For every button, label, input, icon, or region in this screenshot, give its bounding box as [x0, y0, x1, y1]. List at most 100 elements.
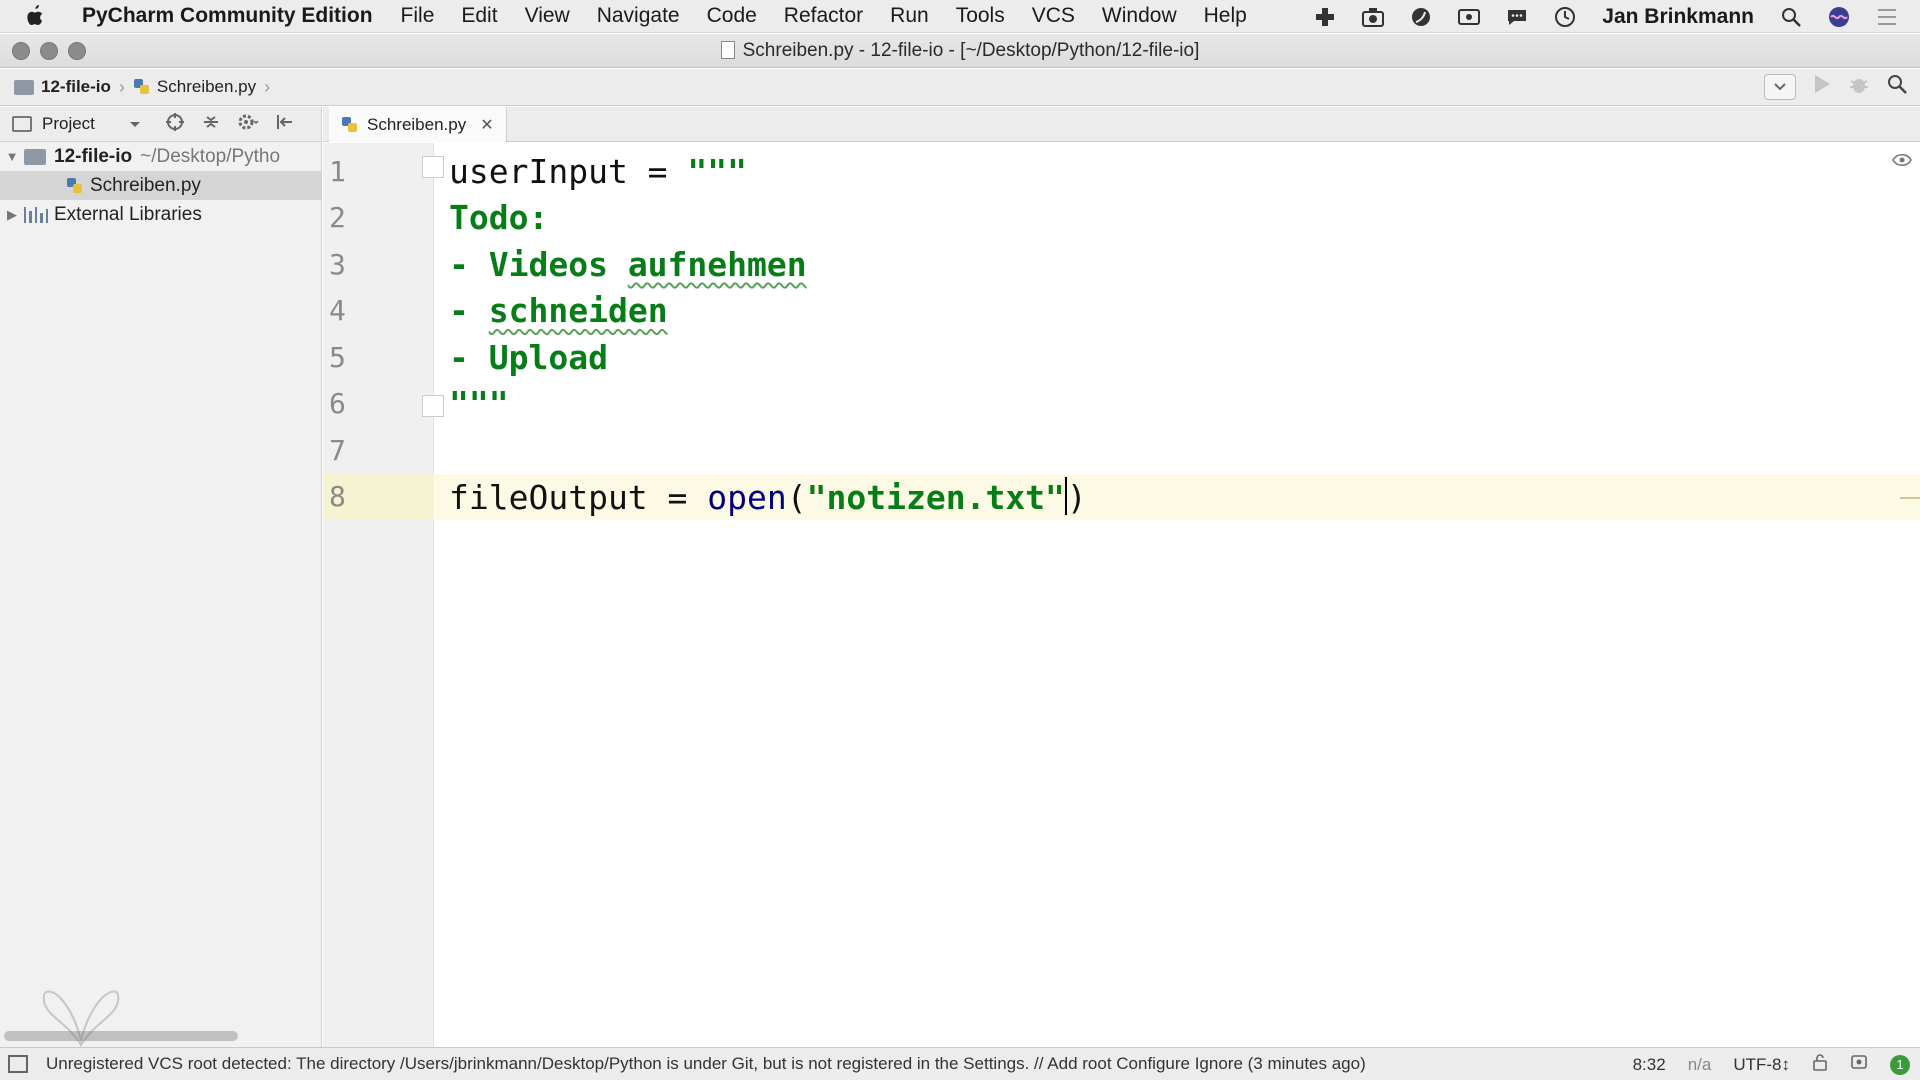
menu-file[interactable]: File	[401, 4, 435, 28]
debug-icon[interactable]	[1848, 73, 1870, 100]
project-view-selector[interactable]: Project	[42, 114, 95, 134]
code-text: Todo:	[449, 198, 549, 238]
project-tree: ▼ 12-file-io ~/Desktop/Pytho Schreiben.p…	[0, 142, 321, 229]
code-token: "notizen.txt"	[806, 477, 1065, 517]
notification-center-icon[interactable]	[1874, 4, 1900, 30]
lock-icon[interactable]	[1812, 1053, 1828, 1076]
code-line[interactable]: 6 """	[323, 381, 1920, 428]
menu-tools[interactable]: Tools	[956, 4, 1005, 28]
fold-marker-icon[interactable]	[422, 156, 444, 178]
code-token: -	[449, 291, 489, 331]
code-token: open	[707, 477, 787, 517]
code-lines: 1 userInput = """ 2 Todo: 3 - Videos auf…	[323, 148, 1920, 520]
spellcheck-word: schneiden	[488, 291, 668, 331]
event-log-badge[interactable]: 1	[1890, 1054, 1910, 1075]
user-name[interactable]: Jan Brinkmann	[1602, 5, 1754, 29]
app-menu[interactable]: PyCharm Community Edition	[82, 4, 373, 28]
code-line[interactable]: 5 - Upload	[323, 334, 1920, 381]
code-text: - schneiden	[449, 291, 668, 330]
apple-icon[interactable]	[24, 4, 62, 28]
run-icon[interactable]	[1812, 73, 1832, 100]
menu-vcs[interactable]: VCS	[1032, 4, 1075, 28]
expand-arrow-icon[interactable]: ▼	[0, 149, 24, 164]
window-title-bar: Schreiben.py - 12-file-io - [~/Desktop/P…	[0, 34, 1920, 68]
folder-icon	[14, 79, 34, 95]
spotlight-search-icon[interactable]	[1778, 4, 1804, 30]
chevron-down-icon[interactable]	[129, 114, 141, 134]
line-number: 8	[323, 473, 434, 520]
run-config-dropdown[interactable]	[1764, 73, 1796, 100]
tree-file-name: Schreiben.py	[90, 174, 201, 196]
menu-view[interactable]: View	[525, 4, 570, 28]
code-token: fileOutput =	[449, 477, 708, 517]
fold-marker-icon[interactable]	[422, 394, 444, 417]
hide-panel-icon[interactable]	[275, 112, 295, 137]
status-message[interactable]: Unregistered VCS root detected: The dire…	[46, 1054, 1366, 1074]
collapsed-arrow-icon[interactable]: ▶	[0, 207, 24, 223]
tree-item-external-libraries[interactable]: ▶ External Libraries	[0, 200, 321, 229]
code-editor[interactable]: 1 userInput = """ 2 Todo: 3 - Videos auf…	[323, 143, 1920, 1047]
tree-libraries-label: External Libraries	[54, 203, 202, 225]
line-number: 5	[329, 340, 346, 374]
error-stripe-mark[interactable]	[1900, 496, 1920, 499]
menu-navigate[interactable]: Navigate	[597, 4, 680, 28]
plugin-cross-icon[interactable]	[1312, 4, 1338, 30]
tab-label: Schreiben.py	[367, 114, 467, 134]
menu-edit[interactable]: Edit	[461, 4, 497, 28]
project-panel-tools	[165, 112, 295, 137]
collapse-all-icon[interactable]	[201, 112, 221, 137]
screen-record-icon[interactable]	[1456, 4, 1482, 30]
close-icon[interactable]: ✕	[480, 115, 493, 135]
chat-icon[interactable]	[1504, 4, 1530, 30]
time-machine-icon[interactable]	[1552, 4, 1578, 30]
line-number: 3	[329, 247, 346, 281]
menu-extras: Jan Brinkmann	[1312, 0, 1900, 33]
inspector-icon[interactable]	[1850, 1053, 1868, 1076]
caret-position[interactable]: 8:32	[1633, 1055, 1666, 1075]
code-text: - Videos aufnehmen	[449, 245, 807, 284]
butterfly-watermark-icon	[42, 990, 120, 1047]
tree-root-path: ~/Desktop/Pytho	[140, 145, 281, 167]
camera-bag-icon[interactable]	[1360, 4, 1386, 30]
window-title: Schreiben.py - 12-file-io - [~/Desktop/P…	[0, 40, 1920, 62]
code-line[interactable]: 3 - Videos aufnehmen	[323, 241, 1920, 288]
status-bar: Unregistered VCS root detected: The dire…	[0, 1047, 1920, 1080]
editor-tab-bar: Schreiben.py ✕	[323, 107, 1920, 142]
menu-run[interactable]: Run	[890, 4, 929, 28]
spellcheck-word: aufnehmen	[627, 244, 807, 284]
breadcrumb-project[interactable]: 12-file-io	[41, 77, 111, 97]
code-text: userInput = """	[449, 152, 747, 191]
tool-window-toggle-icon[interactable]	[8, 1055, 28, 1073]
chevron-right-icon: ›	[264, 76, 271, 97]
folder-icon	[24, 148, 46, 165]
code-line-current[interactable]: 8 fileOutput = open("notizen.txt")	[323, 473, 1920, 520]
tree-item-root[interactable]: ▼ 12-file-io ~/Desktop/Pytho	[0, 142, 321, 171]
search-everywhere-icon[interactable]	[1886, 73, 1908, 100]
code-text: - Upload	[449, 337, 608, 377]
run-toolbar	[1764, 73, 1908, 100]
gear-icon[interactable]	[237, 112, 259, 137]
code-token: userInput =	[449, 151, 688, 191]
leaf-icon[interactable]	[1408, 4, 1434, 30]
menu-code[interactable]: Code	[707, 4, 757, 28]
locate-file-icon[interactable]	[165, 112, 185, 137]
code-line[interactable]: 1 userInput = """	[323, 148, 1920, 195]
file-encoding[interactable]: UTF-8↕	[1733, 1055, 1790, 1075]
line-separator-indicator[interactable]: n/a	[1688, 1055, 1712, 1075]
navigation-bar: 12-file-io › Schreiben.py ›	[0, 69, 1920, 106]
code-line[interactable]: 2 Todo:	[323, 195, 1920, 242]
python-file-icon	[133, 79, 149, 94]
line-number: 7	[329, 433, 346, 467]
tree-item-file[interactable]: Schreiben.py	[0, 171, 321, 200]
line-number: 6	[329, 387, 346, 421]
python-file-icon	[67, 177, 82, 193]
tab-schreiben-py[interactable]: Schreiben.py ✕	[329, 107, 507, 142]
menu-help[interactable]: Help	[1204, 4, 1247, 28]
menu-refactor[interactable]: Refactor	[784, 4, 863, 28]
menu-window[interactable]: Window	[1102, 4, 1177, 28]
breadcrumb-file[interactable]: Schreiben.py	[157, 77, 256, 97]
code-line[interactable]: 4 - schneiden	[323, 288, 1920, 335]
code-line[interactable]: 7	[323, 427, 1920, 474]
code-token: - Videos	[449, 244, 628, 284]
siri-icon[interactable]	[1826, 4, 1852, 30]
